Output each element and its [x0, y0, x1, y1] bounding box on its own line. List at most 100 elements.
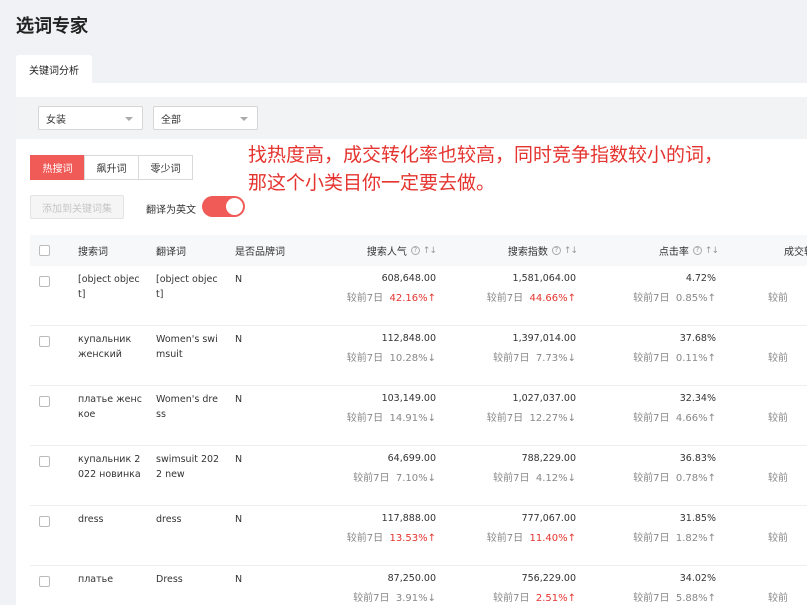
popularity-change-value: 7.10% — [395, 473, 428, 484]
popularity-change-value: 3.91% — [395, 593, 428, 604]
popularity-change-value: 14.91% — [389, 413, 428, 424]
search-index-value: 788,229.00 — [521, 453, 576, 464]
brand-cell: N — [235, 514, 243, 525]
popularity-value: 112,848.00 — [381, 333, 436, 344]
select-all-checkbox[interactable] — [39, 245, 50, 256]
arrow-up-icon: ↑ — [427, 293, 436, 304]
sort-icon[interactable]: ↑↓ — [564, 246, 578, 256]
col-translation: 翻译词 — [156, 247, 186, 258]
subcategory-select[interactable]: 全部 — [153, 106, 258, 130]
help-icon[interactable]: ? — [551, 246, 561, 255]
arrow-up-icon: ↑ — [707, 413, 716, 424]
ctr-change: 较前7日 1.82%↑ — [633, 529, 716, 544]
brand-cell: N — [235, 274, 243, 285]
keyword-cell: платье — [78, 574, 114, 585]
compare-prefix: 较前7日 — [633, 593, 670, 604]
search-index-value: 1,027,037.00 — [512, 393, 576, 404]
row-checkbox[interactable] — [39, 336, 50, 347]
search-index-change: 较前7日 4.12%↓ — [493, 469, 576, 484]
ctr-change: 较前7日 0.11%↑ — [633, 349, 716, 364]
arrow-down-icon: ↓ — [427, 473, 436, 484]
keyword-cell: купальник женский — [78, 334, 132, 360]
arrow-up-icon: ↑ — [567, 293, 576, 304]
ctr-change: 较前7日 4.66%↑ — [633, 409, 716, 424]
filter-bar: 女装 全部 — [16, 97, 807, 139]
search-index-change-value: 44.66% — [529, 293, 568, 304]
compare-prefix: 较前7日 — [353, 593, 390, 604]
arrow-down-icon: ↓ — [567, 353, 576, 364]
compare-prefix: 较前7日 — [493, 593, 530, 604]
ctr-value: 32.34% — [679, 393, 716, 404]
arrow-up-icon: ↑ — [707, 593, 716, 604]
translation-cell: swimsuit 2022 new — [156, 454, 220, 480]
category-select[interactable]: 女装 — [38, 106, 143, 130]
segment-sparse[interactable]: 零少词 — [138, 155, 193, 180]
search-index-change: 较前7日 12.27%↓ — [487, 409, 576, 424]
arrow-down-icon: ↓ — [427, 413, 436, 424]
compare-prefix: 较前7日 — [633, 293, 670, 304]
help-icon[interactable]: ? — [410, 246, 420, 255]
search-index-change: 较前7日 2.51%↑ — [493, 589, 576, 604]
subcategory-select-value: 全部 — [161, 114, 181, 126]
translation-cell: Women's swimsuit — [156, 334, 218, 360]
table-row: dress dress N 117,888.00 较前7日 13.53%↑ 777,067… — [30, 506, 807, 566]
arrow-up-icon: ↑ — [707, 293, 716, 304]
col-keyword: 搜索词 — [78, 247, 108, 258]
sort-icon[interactable]: ↑↓ — [423, 246, 437, 256]
row-checkbox[interactable] — [39, 516, 50, 527]
compare-prefix: 较前7日 — [633, 473, 670, 484]
row-checkbox[interactable] — [39, 276, 50, 287]
arrow-up-icon: ↑ — [707, 533, 716, 544]
brand-cell: N — [235, 574, 243, 585]
col-popularity[interactable]: 搜索人气 ? ↑↓ — [330, 235, 437, 266]
search-index-value: 756,229.00 — [521, 573, 576, 584]
add-to-keyword-set-button[interactable]: 添加到关键词集 — [30, 195, 124, 219]
table-header: 搜索词 翻译词 是否品牌词 搜索人气 ? ↑↓ 搜索指数 ? ↑↓ 点击率 ? … — [30, 235, 807, 266]
col-brand: 是否品牌词 — [235, 247, 285, 258]
row-checkbox[interactable] — [39, 576, 50, 587]
brand-cell: N — [235, 454, 243, 465]
table-row: платье Dress N 87,250.00 较前7日 3.91%↓ 756,229.… — [30, 566, 807, 605]
popularity-change: 较前7日 13.53%↑ — [347, 529, 436, 544]
toggle-knob — [226, 198, 243, 215]
compare-prefix: 较前7日 — [486, 293, 524, 304]
compare-prefix: 较前7日 — [486, 533, 524, 544]
keyword-cell: dress — [78, 514, 104, 525]
ctr-value: 4.72% — [685, 273, 716, 284]
popularity-value: 117,888.00 — [381, 513, 436, 524]
arrow-up-icon: ↑ — [567, 533, 576, 544]
compare-prefix: 较前7日 — [633, 533, 670, 544]
help-icon[interactable]: ? — [692, 246, 702, 255]
segment-hot-search[interactable]: 热搜词 — [30, 155, 85, 180]
arrow-down-icon: ↓ — [567, 413, 576, 424]
table-row: купальник 2022 новинка swimsuit 2022 new N… — [30, 446, 807, 506]
sort-icon[interactable]: ↑↓ — [705, 246, 719, 256]
segment-rising[interactable]: 飙升词 — [84, 155, 139, 180]
ctr-value: 34.02% — [679, 573, 716, 584]
translation-cell: Dress — [156, 574, 183, 585]
arrow-down-icon: ↓ — [567, 473, 576, 484]
popularity-value: 64,699.00 — [387, 453, 436, 464]
tab-keyword-analysis[interactable]: 关键词分析 — [16, 55, 92, 83]
keyword-cell: купальник 2022 новинка — [78, 454, 141, 480]
translate-toggle[interactable] — [202, 196, 245, 217]
search-index-change-value: 2.51% — [535, 593, 568, 604]
arrow-up-icon: ↑ — [567, 593, 576, 604]
table-row: [object object] [object object] N 608,648.0… — [30, 266, 807, 326]
annotation-text: 找热度高，成交转化率也较高，同时竞争指数较小的词， 那这个小类目你一定要去做。 — [248, 141, 723, 197]
compare-prefix: 较前7日 — [633, 413, 670, 424]
popularity-change: 较前7日 10.28%↓ — [347, 349, 436, 364]
row-checkbox[interactable] — [39, 456, 50, 467]
arrow-down-icon: ↓ — [427, 353, 436, 364]
translation-cell: Women's dress — [156, 394, 218, 420]
translation-cell: dress — [156, 514, 182, 525]
conversion-change-cut: 较前 — [768, 293, 788, 304]
conversion-change-cut: 较前 — [768, 413, 788, 424]
col-ctr[interactable]: 点击率 ? ↑↓ — [620, 235, 719, 266]
row-checkbox[interactable] — [39, 396, 50, 407]
ctr-value: 31.85% — [679, 513, 716, 524]
keyword-cell: платье женское — [78, 394, 142, 420]
ctr-value: 36.83% — [679, 453, 716, 464]
translation-cell: [object object] — [156, 274, 218, 300]
col-search-index[interactable]: 搜索指数 ? ↑↓ — [470, 235, 578, 266]
